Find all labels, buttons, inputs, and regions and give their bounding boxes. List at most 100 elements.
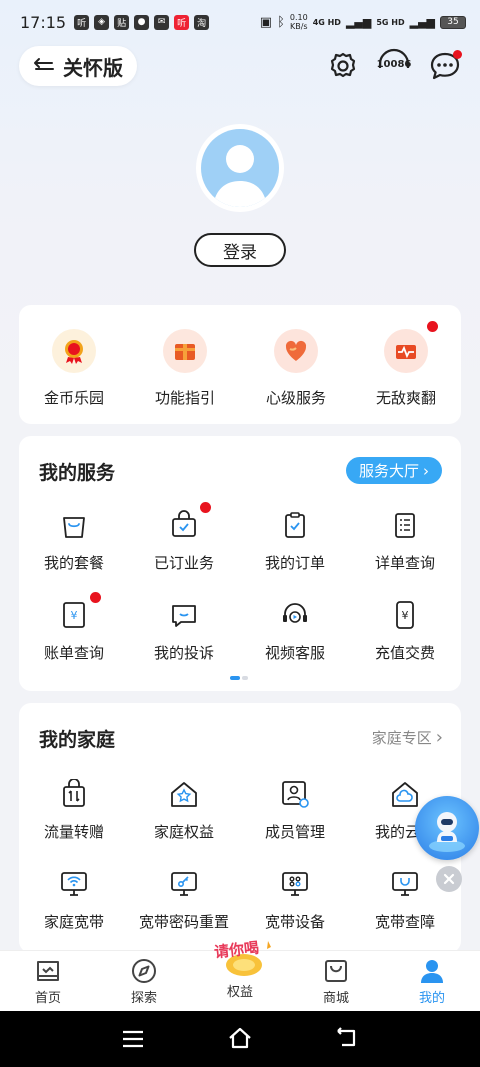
family-zone-link[interactable]: 家庭专区 › bbox=[372, 727, 443, 748]
svg-text:¥: ¥ bbox=[402, 609, 409, 622]
hotline-button[interactable]: 10086 bbox=[374, 48, 414, 84]
service-item-label: 充值交费 bbox=[374, 644, 435, 662]
tab-label: 权益 bbox=[226, 985, 253, 1000]
family-item-password-reset[interactable]: 宽带密码重置 bbox=[129, 869, 239, 932]
tab-explore[interactable]: 探索 bbox=[96, 957, 192, 1006]
pulse-box-icon bbox=[384, 329, 428, 373]
service-item-label: 详单查询 bbox=[374, 554, 435, 572]
switch-arrows-icon bbox=[34, 58, 54, 70]
status-bar: 17:15 听 ◈ 贴 ● ✉ 听 淘 ▣ ᛒ 0.10 KB/s 4G HD … bbox=[0, 0, 480, 44]
chevron-right-icon: › bbox=[423, 461, 429, 480]
quick-item-promo[interactable]: 无敌爽翻 bbox=[356, 329, 456, 408]
service-item-subscribed[interactable]: 已订业务 bbox=[129, 502, 239, 573]
pager-dot bbox=[242, 676, 248, 680]
messages-button[interactable] bbox=[427, 48, 463, 84]
hotline-number: 10086 bbox=[376, 59, 412, 70]
family-item-device[interactable]: 宽带设备 bbox=[240, 869, 350, 932]
service-item-label: 我的套餐 bbox=[43, 554, 104, 572]
tab-label: 商城 bbox=[322, 991, 349, 1006]
family-item-label: 流量转赠 bbox=[43, 823, 104, 841]
bill-badge bbox=[90, 592, 101, 603]
tab-shop[interactable]: 商城 bbox=[288, 957, 384, 1006]
service-item-label: 视频客服 bbox=[264, 644, 325, 662]
service-hall-button[interactable]: 服务大厅 › bbox=[346, 457, 442, 484]
quick-item-label: 心级服务 bbox=[265, 389, 326, 407]
recharge-phone-icon: ¥ bbox=[396, 601, 414, 629]
profile-icon bbox=[421, 960, 443, 983]
family-item-benefit[interactable]: 家庭权益 bbox=[129, 779, 239, 842]
family-item-label: 家庭权益 bbox=[153, 823, 214, 841]
compass-icon bbox=[132, 959, 156, 983]
back-icon[interactable] bbox=[334, 1027, 358, 1049]
family-item-label: 宽带设备 bbox=[264, 913, 325, 931]
service-item-video-support[interactable]: 视频客服 bbox=[240, 600, 350, 663]
menu-icon[interactable] bbox=[121, 1029, 145, 1049]
notif-message-icon: ● bbox=[134, 14, 150, 30]
notif-app-icon: 听 bbox=[74, 14, 90, 30]
service-item-my-plan[interactable]: 我的套餐 bbox=[19, 510, 129, 573]
family-item-label: 成员管理 bbox=[264, 823, 325, 841]
shop-bag-icon bbox=[325, 960, 347, 982]
subscribed-bag-icon bbox=[172, 510, 196, 537]
home-icon bbox=[37, 961, 59, 981]
close-icon bbox=[443, 873, 455, 885]
service-item-recharge[interactable]: ¥ 充值交费 bbox=[350, 600, 460, 663]
tab-mine[interactable]: 我的 bbox=[384, 957, 480, 1006]
service-item-bill[interactable]: ¥ 账单查询 bbox=[19, 592, 129, 663]
bill-icon: ¥ bbox=[63, 602, 85, 628]
bag-icon bbox=[63, 517, 85, 538]
quick-item-gold[interactable]: 金币乐园 bbox=[24, 329, 124, 408]
quick-item-guide[interactable]: 功能指引 bbox=[135, 329, 235, 408]
my-services-card: 我的服务 服务大厅 › 我的套餐 已订业务 我的订单 详单查询 ¥ 账单查询 我… bbox=[19, 436, 461, 691]
care-mode-button[interactable]: 关怀版 bbox=[19, 46, 137, 86]
tab-benefits[interactable]: 请你喝 权益 bbox=[192, 937, 288, 1000]
family-item-data-transfer[interactable]: 流量转赠 bbox=[19, 779, 129, 842]
notif-shield-icon: ◈ bbox=[94, 14, 110, 30]
broadband-icon bbox=[61, 872, 87, 896]
broadband-repair-icon bbox=[392, 872, 418, 896]
floating-assistant-button[interactable] bbox=[415, 796, 479, 860]
avatar[interactable] bbox=[196, 124, 284, 212]
data-transfer-icon bbox=[63, 779, 85, 807]
quick-item-heart-service[interactable]: 心级服务 bbox=[246, 329, 346, 408]
floating-close-button[interactable] bbox=[436, 866, 462, 892]
service-item-label: 我的投诉 bbox=[153, 644, 214, 662]
family-item-members[interactable]: 成员管理 bbox=[240, 779, 350, 842]
service-item-orders[interactable]: 我的订单 bbox=[240, 510, 350, 573]
login-button[interactable]: 登录 bbox=[194, 233, 286, 267]
signal-icon: ▂▄▆ bbox=[345, 15, 372, 29]
service-pager bbox=[230, 676, 248, 680]
battery-indicator: 35 bbox=[440, 15, 466, 29]
family-benefit-icon bbox=[171, 782, 197, 807]
notif-tieba-icon: 贴 bbox=[114, 14, 130, 30]
promo-badge bbox=[427, 321, 438, 332]
notif-mail-icon: ✉ bbox=[154, 14, 170, 30]
signal-icon-2: ▂▄▆ bbox=[409, 15, 435, 29]
family-item-broadband[interactable]: 家庭宽带 bbox=[19, 869, 129, 932]
service-item-label: 已订业务 bbox=[153, 554, 214, 572]
bottom-tab-bar: 首页 探索 请你喝 权益 商城 我的 bbox=[0, 939, 480, 1011]
family-item-label: 宽带密码重置 bbox=[138, 913, 229, 931]
service-item-label: 我的订单 bbox=[264, 554, 325, 572]
status-right: ▣ ᛒ 0.10 KB/s 4G HD ▂▄▆ 5G HD ▂▄▆ 35 bbox=[260, 13, 466, 31]
tab-home[interactable]: 首页 bbox=[0, 957, 96, 1006]
heart-service-icon bbox=[274, 329, 318, 373]
home-nav-icon[interactable] bbox=[227, 1026, 253, 1050]
service-item-detail-query[interactable]: 详单查询 bbox=[350, 510, 460, 573]
notif-taobao-icon: 淘 bbox=[194, 14, 210, 30]
tab-label: 探索 bbox=[130, 991, 157, 1006]
detail-list-icon bbox=[395, 513, 415, 538]
family-zone-label: 家庭专区 bbox=[371, 729, 432, 747]
services-title: 我的服务 bbox=[39, 462, 116, 484]
family-item-label: 宽带查障 bbox=[374, 913, 435, 931]
pager-dot-active bbox=[230, 676, 240, 680]
settings-button[interactable] bbox=[325, 48, 361, 84]
network-b: 5G HD bbox=[376, 17, 405, 27]
family-item-label: 家庭宽带 bbox=[43, 913, 104, 931]
quick-entries-card: 金币乐园 功能指引 心级服务 无敌爽翻 bbox=[19, 305, 461, 424]
service-item-complaint[interactable]: 我的投诉 bbox=[129, 600, 239, 663]
tab-label: 我的 bbox=[418, 991, 445, 1006]
quick-item-label: 金币乐园 bbox=[43, 389, 104, 407]
quick-item-label: 功能指引 bbox=[154, 389, 215, 407]
status-time: 17:15 bbox=[20, 12, 67, 32]
